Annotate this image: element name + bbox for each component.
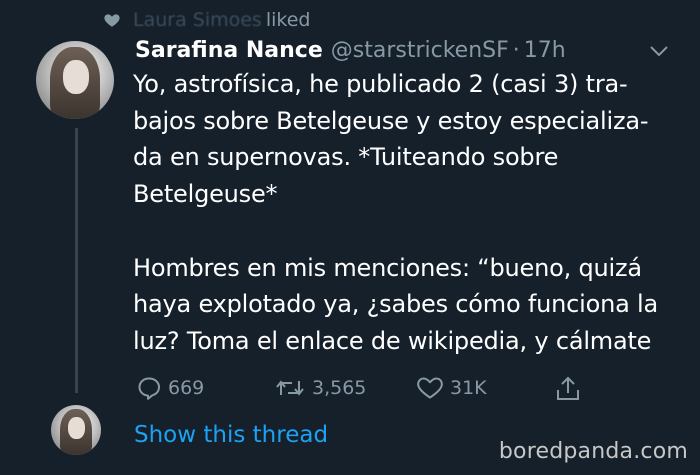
- reply-button[interactable]: 669: [136, 375, 204, 401]
- author-handle[interactable]: @starstrickenSF: [331, 38, 509, 63]
- retweet-icon: [276, 380, 304, 396]
- tweet-header: Sarafina Nance @starstrickenSF · 17h: [135, 38, 566, 68]
- share-icon: [557, 376, 579, 400]
- retweet-count: 3,565: [312, 377, 367, 399]
- thread-avatar[interactable]: [51, 405, 101, 455]
- social-context: Laura Simoes liked: [103, 8, 310, 32]
- heart-icon: [104, 14, 120, 27]
- author-avatar[interactable]: [36, 41, 114, 119]
- reply-icon: [138, 377, 160, 400]
- show-thread-link[interactable]: Show this thread: [134, 422, 328, 448]
- like-count: 31K: [450, 377, 487, 399]
- avatar-face: [68, 417, 85, 439]
- reply-count: 669: [168, 377, 205, 399]
- header-separator: ·: [512, 38, 520, 63]
- chevron-down-icon[interactable]: [648, 44, 670, 58]
- liker-name[interactable]: Laura Simoes: [133, 9, 262, 31]
- tweet-timestamp[interactable]: 17h: [524, 38, 566, 63]
- retweet-button[interactable]: 3,565: [274, 375, 366, 401]
- share-button[interactable]: [555, 375, 581, 403]
- thread-connector-line: [75, 128, 78, 393]
- liked-label: liked: [265, 9, 311, 31]
- tweet-text: Yo, astrofísica, he publicado 2 (casi 3)…: [133, 70, 659, 355]
- avatar-face: [62, 59, 90, 95]
- like-button[interactable]: 31K: [416, 375, 487, 401]
- like-heart-icon: [417, 377, 443, 399]
- watermark: boredpanda.com: [498, 439, 688, 464]
- tweet-actions: 669 3,565 31K: [0, 375, 700, 405]
- author-name[interactable]: Sarafina Nance: [135, 38, 323, 63]
